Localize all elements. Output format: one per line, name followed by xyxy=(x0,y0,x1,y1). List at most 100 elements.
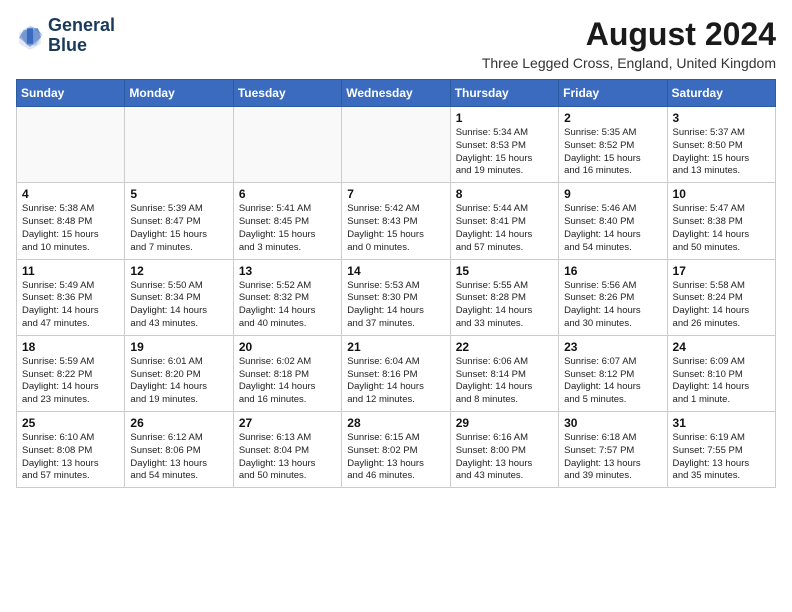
calendar-header-row: SundayMondayTuesdayWednesdayThursdayFrid… xyxy=(17,80,776,107)
day-info: Sunrise: 6:12 AM Sunset: 8:06 PM Dayligh… xyxy=(130,432,227,483)
day-number: 23 xyxy=(564,340,661,354)
calendar-cell: 31 Sunrise: 6:19 AM Sunset: 7:55 PM Dayli… xyxy=(667,412,775,488)
day-info: Sunrise: 5:39 AM Sunset: 8:47 PM Dayligh… xyxy=(130,203,227,254)
day-info: Sunrise: 5:55 AM Sunset: 8:28 PM Dayligh… xyxy=(456,280,553,331)
day-number: 8 xyxy=(456,187,553,201)
day-number: 5 xyxy=(130,187,227,201)
calendar-week-row: 1Sunrise: 5:34 AM Sunset: 8:53 PM Daylig… xyxy=(17,107,776,183)
day-number: 9 xyxy=(564,187,661,201)
calendar-week-row: 11Sunrise: 5:49 AM Sunset: 8:36 PM Dayli… xyxy=(17,259,776,335)
day-number: 11 xyxy=(22,264,119,278)
day-info: Sunrise: 6:02 AM Sunset: 8:18 PM Dayligh… xyxy=(239,356,336,407)
calendar-cell xyxy=(342,107,450,183)
calendar-cell: 15 Sunrise: 5:55 AM Sunset: 8:28 PM Dayli… xyxy=(450,259,558,335)
day-info: Sunrise: 6:09 AM Sunset: 8:10 PM Dayligh… xyxy=(673,356,770,407)
day-info: Sunrise: 5:53 AM Sunset: 8:30 PM Dayligh… xyxy=(347,280,444,331)
weekday-header-thursday: Thursday xyxy=(450,80,558,107)
day-info: Sunrise: 5:37 AM Sunset: 8:50 PM Dayligh… xyxy=(673,127,770,178)
calendar-cell: 2Sunrise: 5:35 AM Sunset: 8:52 PM Daylig… xyxy=(559,107,667,183)
calendar-week-row: 18 Sunrise: 5:59 AM Sunset: 8:22 PM Dayli… xyxy=(17,335,776,411)
day-info: Sunrise: 6:06 AM Sunset: 8:14 PM Dayligh… xyxy=(456,356,553,407)
day-info: Sunrise: 5:47 AM Sunset: 8:38 PM Dayligh… xyxy=(673,203,770,254)
day-info: Sunrise: 5:50 AM Sunset: 8:34 PM Dayligh… xyxy=(130,280,227,331)
calendar-cell: 29 Sunrise: 6:16 AM Sunset: 8:00 PM Dayli… xyxy=(450,412,558,488)
day-info: Sunrise: 5:41 AM Sunset: 8:45 PM Dayligh… xyxy=(239,203,336,254)
day-number: 15 xyxy=(456,264,553,278)
day-number: 22 xyxy=(456,340,553,354)
weekday-header-sunday: Sunday xyxy=(17,80,125,107)
day-info: Sunrise: 5:58 AM Sunset: 8:24 PM Dayligh… xyxy=(673,280,770,331)
month-year: August 2024 xyxy=(482,16,776,53)
calendar-table: SundayMondayTuesdayWednesdayThursdayFrid… xyxy=(16,79,776,488)
day-number: 7 xyxy=(347,187,444,201)
calendar-cell: 4 Sunrise: 5:38 AM Sunset: 8:48 PM Daylig… xyxy=(17,183,125,259)
day-info: Sunrise: 5:59 AM Sunset: 8:22 PM Dayligh… xyxy=(22,356,119,407)
calendar-cell: 22 Sunrise: 6:06 AM Sunset: 8:14 PM Dayli… xyxy=(450,335,558,411)
calendar-cell: 11Sunrise: 5:49 AM Sunset: 8:36 PM Dayli… xyxy=(17,259,125,335)
calendar-cell: 10Sunrise: 5:47 AM Sunset: 8:38 PM Dayli… xyxy=(667,183,775,259)
day-info: Sunrise: 6:19 AM Sunset: 7:55 PM Dayligh… xyxy=(673,432,770,483)
calendar-cell: 30 Sunrise: 6:18 AM Sunset: 7:57 PM Dayli… xyxy=(559,412,667,488)
calendar-cell: 27 Sunrise: 6:13 AM Sunset: 8:04 PM Dayli… xyxy=(233,412,341,488)
calendar-cell: 23 Sunrise: 6:07 AM Sunset: 8:12 PM Dayli… xyxy=(559,335,667,411)
calendar-cell: 7 Sunrise: 5:42 AM Sunset: 8:43 PM Daylig… xyxy=(342,183,450,259)
day-number: 21 xyxy=(347,340,444,354)
day-number: 3 xyxy=(673,111,770,125)
calendar-cell: 20 Sunrise: 6:02 AM Sunset: 8:18 PM Dayli… xyxy=(233,335,341,411)
day-number: 24 xyxy=(673,340,770,354)
calendar-cell: 8 Sunrise: 5:44 AM Sunset: 8:41 PM Daylig… xyxy=(450,183,558,259)
day-number: 29 xyxy=(456,416,553,430)
calendar-cell xyxy=(17,107,125,183)
calendar-cell: 12 Sunrise: 5:50 AM Sunset: 8:34 PM Dayli… xyxy=(125,259,233,335)
day-info: Sunrise: 5:42 AM Sunset: 8:43 PM Dayligh… xyxy=(347,203,444,254)
day-info: Sunrise: 5:38 AM Sunset: 8:48 PM Dayligh… xyxy=(22,203,119,254)
weekday-header-friday: Friday xyxy=(559,80,667,107)
day-info: Sunrise: 6:01 AM Sunset: 8:20 PM Dayligh… xyxy=(130,356,227,407)
day-number: 12 xyxy=(130,264,227,278)
day-number: 2 xyxy=(564,111,661,125)
calendar-cell: 18 Sunrise: 5:59 AM Sunset: 8:22 PM Dayli… xyxy=(17,335,125,411)
day-number: 27 xyxy=(239,416,336,430)
day-number: 6 xyxy=(239,187,336,201)
calendar-cell: 1Sunrise: 5:34 AM Sunset: 8:53 PM Daylig… xyxy=(450,107,558,183)
location: Three Legged Cross, England, United King… xyxy=(482,55,776,71)
calendar-cell: 28Sunrise: 6:15 AM Sunset: 8:02 PM Dayli… xyxy=(342,412,450,488)
day-number: 4 xyxy=(22,187,119,201)
calendar-cell xyxy=(233,107,341,183)
calendar-cell: 24 Sunrise: 6:09 AM Sunset: 8:10 PM Dayli… xyxy=(667,335,775,411)
day-info: Sunrise: 6:13 AM Sunset: 8:04 PM Dayligh… xyxy=(239,432,336,483)
calendar-cell xyxy=(125,107,233,183)
day-number: 14 xyxy=(347,264,444,278)
day-info: Sunrise: 5:34 AM Sunset: 8:53 PM Dayligh… xyxy=(456,127,553,178)
day-info: Sunrise: 6:10 AM Sunset: 8:08 PM Dayligh… xyxy=(22,432,119,483)
day-number: 30 xyxy=(564,416,661,430)
day-number: 26 xyxy=(130,416,227,430)
calendar-cell: 19 Sunrise: 6:01 AM Sunset: 8:20 PM Dayli… xyxy=(125,335,233,411)
day-number: 13 xyxy=(239,264,336,278)
day-number: 20 xyxy=(239,340,336,354)
day-number: 18 xyxy=(22,340,119,354)
calendar-week-row: 25 Sunrise: 6:10 AM Sunset: 8:08 PM Dayli… xyxy=(17,412,776,488)
calendar-cell: 5 Sunrise: 5:39 AM Sunset: 8:47 PM Daylig… xyxy=(125,183,233,259)
day-info: Sunrise: 6:16 AM Sunset: 8:00 PM Dayligh… xyxy=(456,432,553,483)
day-info: Sunrise: 5:44 AM Sunset: 8:41 PM Dayligh… xyxy=(456,203,553,254)
day-number: 31 xyxy=(673,416,770,430)
calendar-cell: 17 Sunrise: 5:58 AM Sunset: 8:24 PM Dayli… xyxy=(667,259,775,335)
day-number: 16 xyxy=(564,264,661,278)
page-header: General Blue August 2024 Three Legged Cr… xyxy=(16,16,776,71)
day-info: Sunrise: 6:18 AM Sunset: 7:57 PM Dayligh… xyxy=(564,432,661,483)
calendar-cell: 14 Sunrise: 5:53 AM Sunset: 8:30 PM Dayli… xyxy=(342,259,450,335)
logo-text: General Blue xyxy=(48,16,115,56)
title-block: August 2024 Three Legged Cross, England,… xyxy=(482,16,776,71)
calendar-cell: 16Sunrise: 5:56 AM Sunset: 8:26 PM Dayli… xyxy=(559,259,667,335)
day-info: Sunrise: 6:07 AM Sunset: 8:12 PM Dayligh… xyxy=(564,356,661,407)
day-info: Sunrise: 5:46 AM Sunset: 8:40 PM Dayligh… xyxy=(564,203,661,254)
calendar-cell: 9 Sunrise: 5:46 AM Sunset: 8:40 PM Daylig… xyxy=(559,183,667,259)
day-number: 28 xyxy=(347,416,444,430)
logo: General Blue xyxy=(16,16,115,56)
day-number: 19 xyxy=(130,340,227,354)
day-number: 17 xyxy=(673,264,770,278)
calendar-cell: 26 Sunrise: 6:12 AM Sunset: 8:06 PM Dayli… xyxy=(125,412,233,488)
calendar-cell: 3 Sunrise: 5:37 AM Sunset: 8:50 PM Daylig… xyxy=(667,107,775,183)
day-number: 25 xyxy=(22,416,119,430)
